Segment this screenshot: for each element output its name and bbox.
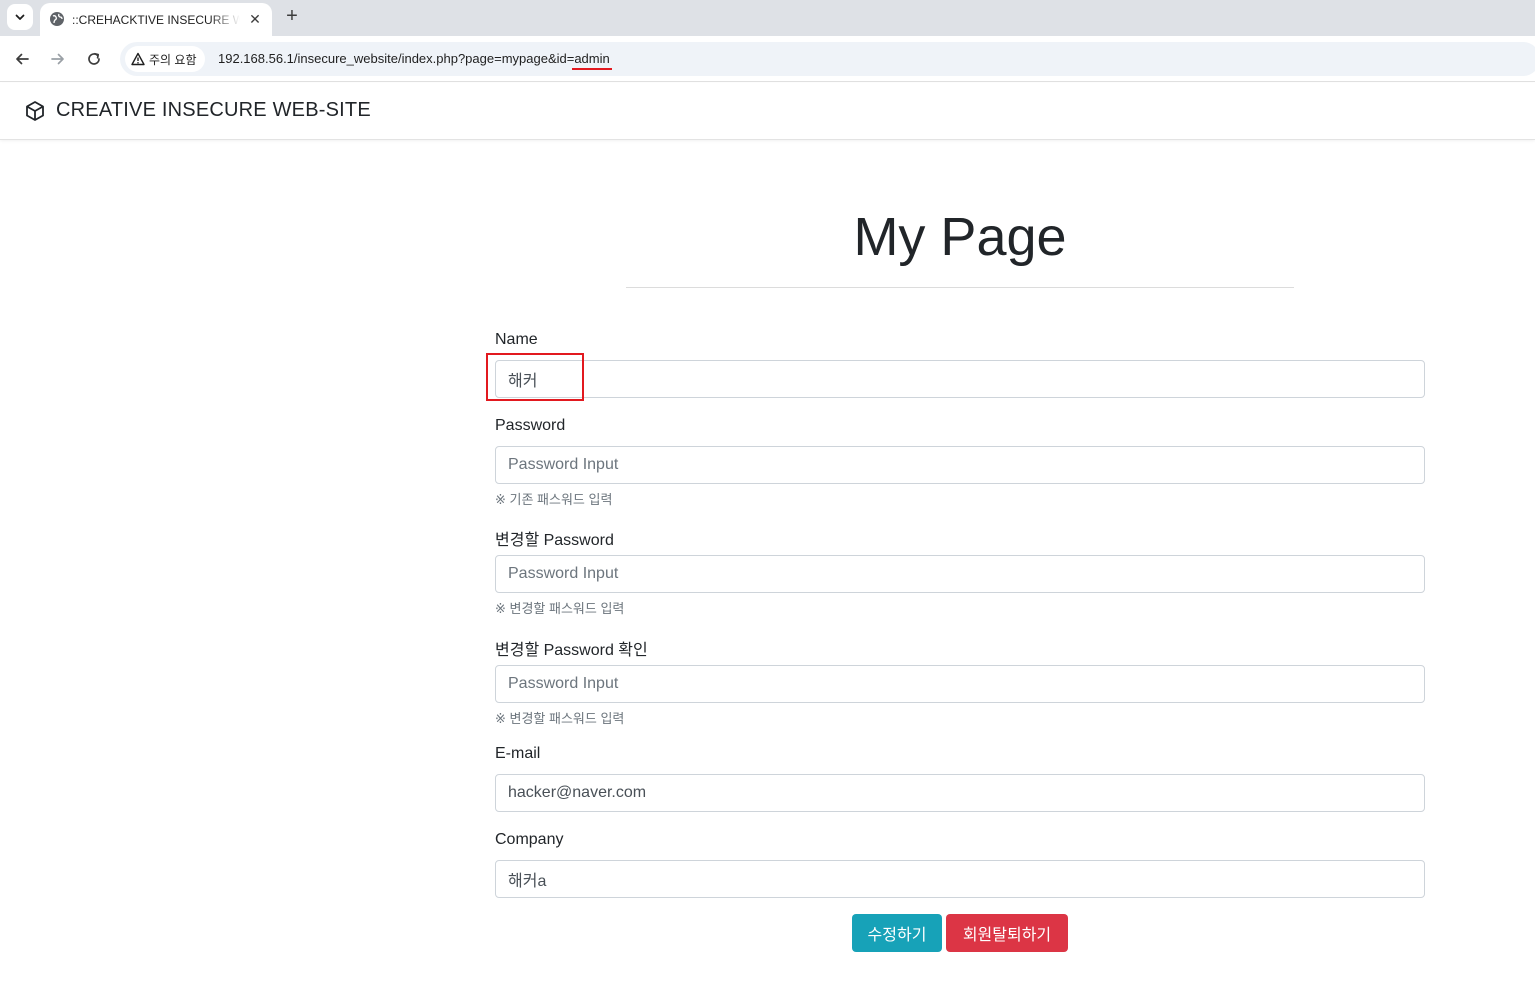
new-password-field[interactable] [495, 555, 1425, 593]
plus-icon[interactable]: + [280, 4, 304, 28]
browser-tab[interactable]: ::CREHACKTIVE INSECURE WEB-SITE:: ✕ [40, 3, 272, 36]
company-field[interactable] [495, 860, 1425, 898]
company-label: Company [495, 831, 564, 848]
new-password-confirm-help: ※ 변경할 패스워드 입력 [495, 711, 625, 726]
security-indicator[interactable]: 주의 요함 [125, 46, 205, 72]
new-password-help: ※ 변경할 패스워드 입력 [495, 601, 625, 616]
tab-search-button[interactable] [7, 4, 33, 30]
password-field[interactable] [495, 446, 1425, 484]
back-icon[interactable] [10, 47, 34, 71]
page-title: My Page [853, 207, 1067, 267]
browser-tab-strip: ::CREHACKTIVE INSECURE WEB-SITE:: ✕ + [0, 0, 1535, 36]
cube-icon [26, 100, 44, 121]
address-bar[interactable]: 주의 요함 192.168.56.1/insecure_website/inde… [120, 42, 1535, 76]
close-icon[interactable]: ✕ [246, 10, 264, 28]
url-highlight: admin [574, 51, 610, 66]
password-label: Password [495, 417, 566, 434]
forward-icon[interactable] [46, 47, 70, 71]
edit-button[interactable]: 수정하기 [852, 914, 942, 952]
name-field[interactable] [495, 360, 1425, 398]
url-text[interactable]: 192.168.56.1/insecure_website/index.php?… [218, 51, 610, 66]
password-help: ※ 기존 패스워드 입력 [495, 492, 613, 507]
warning-icon [131, 52, 145, 66]
security-label: 주의 요함 [149, 52, 197, 67]
brand-link[interactable]: CREATIVE INSECURE WEB-SITE [24, 99, 371, 122]
browser-toolbar: 주의 요함 192.168.56.1/insecure_website/inde… [0, 36, 1535, 82]
withdraw-button[interactable]: 회원탈퇴하기 [946, 914, 1068, 952]
site-navbar: CREATIVE INSECURE WEB-SITE [0, 83, 1535, 140]
url-prefix: 192.168.56.1/insecure_website/index.php?… [218, 51, 575, 66]
new-password-confirm-label: 변경할 Password 확인 [495, 642, 648, 659]
name-label: Name [495, 331, 538, 348]
reload-icon[interactable] [82, 47, 106, 71]
title-divider [626, 287, 1294, 288]
email-label: E-mail [495, 745, 541, 762]
new-password-confirm-field[interactable] [495, 665, 1425, 703]
email-field[interactable] [495, 774, 1425, 812]
new-password-label: 변경할 Password [495, 532, 614, 549]
brand-title: CREATIVE INSECURE WEB-SITE [56, 99, 371, 121]
globe-icon [50, 12, 64, 26]
chevron-down-icon [15, 14, 25, 20]
tab-title: ::CREHACKTIVE INSECURE WEB-SITE:: [72, 13, 240, 27]
